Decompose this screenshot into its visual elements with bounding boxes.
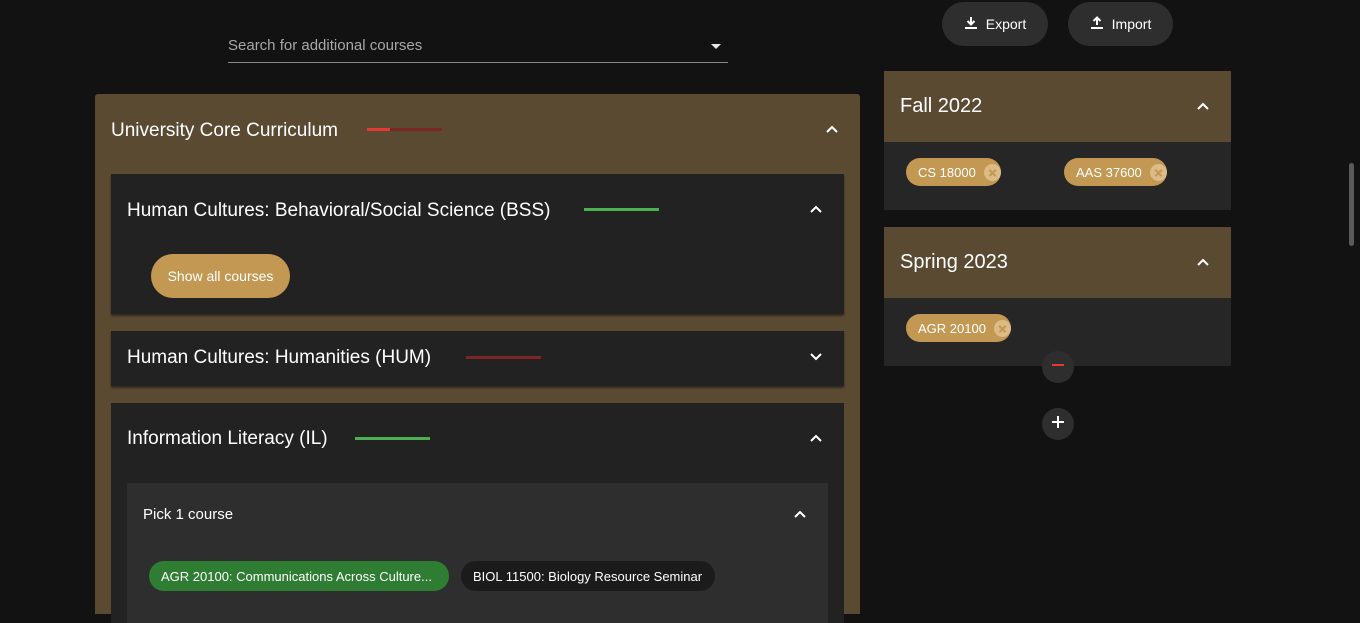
section-bss-progress [584, 208, 659, 211]
section-bss: Human Cultures: Behavioral/Social Scienc… [111, 174, 844, 314]
section-hum-progress [466, 356, 541, 359]
collapse-chevron-icon[interactable] [810, 205, 822, 215]
section-hum-title: Human Cultures: Humanities (HUM) [127, 347, 432, 368]
course-chip-label: AAS 37600 [1076, 164, 1142, 180]
collapse-chevron-icon[interactable] [794, 510, 806, 520]
download-icon [964, 16, 986, 33]
course-chip[interactable]: CS 18000 [906, 158, 1001, 186]
course-option-selected[interactable]: AGR 20100: Communications Across Culture… [149, 561, 449, 591]
semester-title: Fall 2022 [900, 95, 983, 117]
course-option[interactable]: BIOL 11500: Biology Resource Seminar [461, 561, 715, 591]
collapse-chevron-icon[interactable] [810, 434, 822, 444]
section-bss-title: Human Cultures: Behavioral/Social Scienc… [127, 200, 551, 221]
upload-icon [1090, 15, 1112, 33]
minus-icon [1051, 358, 1065, 377]
import-button[interactable]: Import [1068, 2, 1173, 46]
show-all-courses-button[interactable]: Show all courses [151, 254, 290, 298]
semester-fall-2022-courses: CS 18000 AAS 37600 [884, 142, 1231, 210]
course-search-input[interactable]: Search for additional courses [228, 28, 728, 63]
course-chip[interactable]: AGR 20100 [906, 314, 1011, 342]
course-group: Pick 1 course AGR 20100: Communications … [127, 483, 828, 623]
section-il-title: Information Literacy (IL) [127, 428, 328, 449]
section-il-progress [355, 437, 430, 440]
collapse-chevron-icon[interactable] [1197, 258, 1209, 268]
core-progress-fill [367, 128, 390, 131]
add-semester-button[interactable] [1042, 408, 1074, 440]
course-chip-label: CS 18000 [918, 164, 976, 180]
dropdown-arrow-icon[interactable] [711, 44, 721, 49]
plus-icon [1051, 415, 1065, 434]
semester-spring-2023-header[interactable]: Spring 2023 [884, 227, 1231, 298]
core-curriculum-panel: University Core Curriculum Human Culture… [95, 94, 860, 623]
collapse-chevron-icon[interactable] [826, 125, 838, 135]
course-chip-label: AGR 20100 [918, 320, 986, 336]
remove-semester-button[interactable] [1042, 351, 1074, 383]
export-button[interactable]: Export [942, 2, 1048, 46]
import-label: Import [1111, 16, 1152, 32]
expand-chevron-icon[interactable] [810, 353, 822, 363]
collapse-chevron-icon[interactable] [1197, 102, 1209, 112]
core-curriculum-title: University Core Curriculum [111, 120, 338, 141]
export-label: Export [985, 16, 1027, 32]
semester-fall-2022-header[interactable]: Fall 2022 [884, 71, 1231, 142]
course-chip[interactable]: AAS 37600 [1064, 158, 1167, 186]
remove-course-icon[interactable] [983, 163, 1001, 181]
course-group-title: Pick 1 course [143, 506, 234, 523]
search-placeholder: Search for additional courses [228, 37, 423, 54]
remove-course-icon[interactable] [1149, 163, 1167, 181]
section-il: Information Literacy (IL) Pick 1 course … [111, 403, 844, 623]
section-hum[interactable]: Human Cultures: Humanities (HUM) [111, 331, 844, 386]
page-scrollbar-thumb[interactable] [1349, 163, 1354, 246]
semester-title: Spring 2023 [900, 251, 1008, 273]
remove-course-icon[interactable] [993, 319, 1011, 337]
